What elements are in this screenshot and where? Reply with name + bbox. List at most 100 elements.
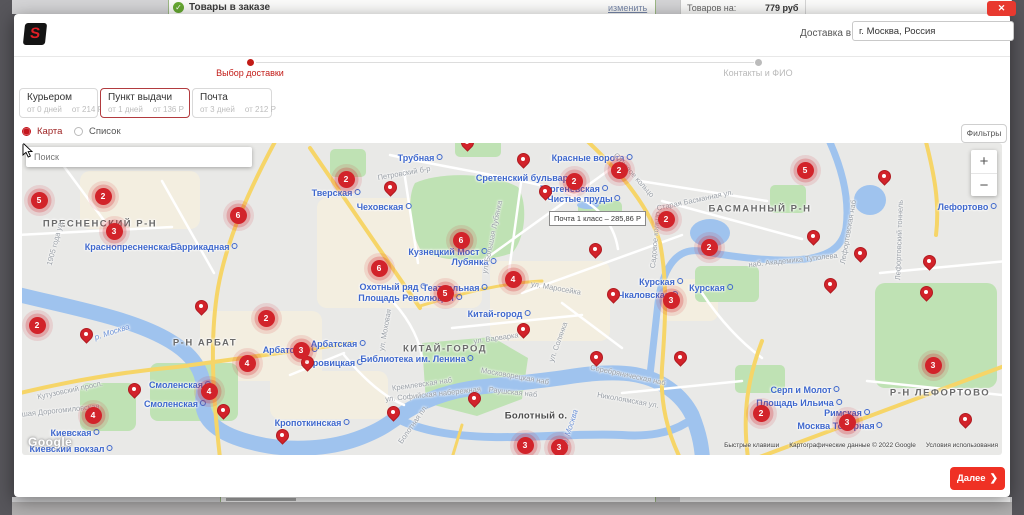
map-label-metro: Охотный ряд — [360, 282, 427, 292]
map-label-metro: Библиотека им. Ленина — [360, 354, 473, 364]
map-label-metro: Театральная — [423, 283, 488, 293]
map-label-district: БАСМАННЫЙ Р-Н — [708, 203, 812, 215]
radio-list-label[interactable]: Список — [89, 126, 121, 137]
map-data-copyright: Картографические данные © 2022 Google — [789, 442, 916, 449]
map-canvas[interactable]: + − Почта 1 класс – 285,86 Р Google Быст… — [22, 143, 1002, 455]
tab-post-price: от 212 Р — [244, 105, 276, 114]
background-text-fragment — [226, 498, 296, 501]
next-button-label: Далее — [957, 473, 986, 484]
map-cluster-marker[interactable]: 2 — [337, 170, 355, 188]
map-cluster-marker[interactable]: 3 — [550, 438, 568, 455]
tab-courier-price: от 214 Р — [71, 105, 103, 114]
map-cluster-marker[interactable]: 2 — [657, 210, 675, 228]
map-label-metro: Арбатская — [311, 339, 366, 349]
chevron-right-icon: ❯ — [989, 473, 998, 484]
tab-courier[interactable]: Курьером от 0 дней от 214 Р — [19, 88, 103, 118]
map-cluster-marker[interactable]: 2 — [565, 172, 583, 190]
zoom-in-button[interactable]: + — [971, 150, 997, 174]
map-label-metro: Курская — [639, 277, 683, 287]
map-cluster-marker[interactable]: 2 — [610, 161, 628, 179]
map-label-district: Р-Н АРБАТ — [172, 337, 238, 349]
map-label-place: Болотный о. — [504, 410, 568, 422]
step-dot-contacts — [755, 59, 762, 66]
map-label-district: Р-Н ЛЕФОРТОВО — [889, 387, 991, 399]
delivery-to-label: Доставка в — [800, 28, 852, 39]
map-attribution: Быстрые клавиши Картографические данные … — [724, 442, 998, 449]
divider — [805, 0, 806, 14]
order-check-icon: ✓ — [173, 2, 184, 13]
map-label-metro: Чистые пруды — [547, 194, 620, 204]
map-cluster-marker[interactable]: 3 — [838, 413, 856, 431]
city-input[interactable] — [852, 21, 1014, 41]
map-label-metro: Баррикадная — [171, 242, 238, 252]
background-card-fragment — [680, 497, 1010, 502]
step-label-delivery[interactable]: Выбор доставки — [216, 68, 284, 78]
map-cluster-marker[interactable]: 2 — [94, 187, 112, 205]
tab-post-days: от 3 дней — [200, 105, 235, 114]
tab-courier-title: Курьером — [27, 92, 73, 103]
summary-value: 779 руб — [765, 3, 799, 13]
map-label-metro: Краснопресненская — [85, 242, 181, 252]
map-cluster-marker[interactable]: 3 — [105, 222, 123, 240]
map-label-metro: Площадь Ильича — [756, 398, 842, 408]
brand-logo[interactable]: S — [22, 23, 48, 45]
map-label-metro: Лефортово — [938, 202, 997, 212]
map-cluster-marker[interactable]: 6 — [370, 259, 388, 277]
map-label-metro: Трубная — [398, 153, 443, 163]
map-cluster-marker[interactable]: 4 — [504, 270, 522, 288]
step-label-contacts[interactable]: Контакты и ФИО — [723, 68, 792, 78]
tab-pickup-days: от 1 дней — [108, 105, 143, 114]
radio-list[interactable] — [74, 127, 83, 136]
map-marker-tooltip: Почта 1 класс – 285,86 Р — [549, 211, 646, 226]
map-label-metro: Тверская — [312, 188, 361, 198]
summary-label: Товаров на: — [687, 3, 737, 13]
close-icon[interactable]: ✕ — [987, 1, 1016, 16]
map-search-input[interactable] — [26, 147, 252, 167]
map-cluster-marker[interactable]: 3 — [516, 436, 534, 454]
order-card-title: Товары в заказе — [189, 2, 271, 13]
tab-pickup-price: от 136 Р — [152, 105, 184, 114]
tab-pickup-title: Пункт выдачи — [108, 92, 173, 103]
map-label-metro: Курская — [689, 283, 733, 293]
map-label-metro: Смоленская — [144, 399, 206, 409]
map-cluster-marker[interactable]: 6 — [229, 206, 247, 224]
map-cluster-marker[interactable]: 2 — [752, 404, 770, 422]
keyboard-shortcuts-link[interactable]: Быстрые клавиши — [724, 442, 779, 449]
map-label-metro: Сретенский бульвар — [476, 173, 576, 183]
map-cluster-marker[interactable]: 4 — [200, 382, 218, 400]
map-cluster-marker[interactable]: 5 — [796, 161, 814, 179]
radio-map[interactable] — [22, 127, 31, 136]
filters-button[interactable]: Фильтры — [961, 124, 1007, 143]
map-label-metro: Китай-город — [468, 309, 531, 319]
order-edit-link[interactable]: изменить — [608, 3, 647, 13]
stepper-line — [256, 62, 754, 63]
map-cluster-marker[interactable]: 2 — [28, 316, 46, 334]
map-label-metro: Серп и Молот — [770, 385, 839, 395]
google-logo[interactable]: Google — [28, 435, 72, 449]
map-label-metro: Кропоткинская — [275, 418, 350, 428]
map-cluster-marker[interactable]: 2 — [700, 238, 718, 256]
map-cluster-marker[interactable]: 2 — [257, 309, 275, 327]
tab-post[interactable]: Почта от 3 дней от 212 Р — [192, 88, 276, 118]
map-cluster-marker[interactable]: 3 — [292, 341, 310, 359]
terms-link[interactable]: Условия использования — [926, 442, 998, 449]
map-cluster-marker[interactable]: 6 — [452, 231, 470, 249]
map-cluster-marker[interactable]: 3 — [924, 356, 942, 374]
map-cluster-marker[interactable]: 3 — [662, 291, 680, 309]
zoom-out-button[interactable]: − — [971, 174, 997, 197]
map-cluster-marker[interactable]: 4 — [84, 406, 102, 424]
cursor-icon — [22, 143, 34, 158]
map-cluster-marker[interactable]: 5 — [30, 191, 48, 209]
tab-courier-days: от 0 дней — [27, 105, 62, 114]
map-cluster-marker[interactable]: 5 — [436, 284, 454, 302]
header-divider — [14, 56, 1010, 57]
map-cluster-marker[interactable]: 4 — [238, 354, 256, 372]
map-zoom-control: + − — [971, 150, 997, 196]
step-dot-delivery — [247, 59, 254, 66]
map-label-metro: Чеховская — [357, 202, 412, 212]
tab-post-title: Почта — [200, 92, 228, 103]
next-button[interactable]: Далее ❯ — [950, 467, 1005, 490]
radio-map-label[interactable]: Карта — [37, 126, 62, 137]
screen: ✓ Товары в заказе изменить Товаров на: 7… — [0, 0, 1024, 515]
tab-pickup-point[interactable]: Пункт выдачи от 1 дней от 136 Р — [100, 88, 190, 118]
